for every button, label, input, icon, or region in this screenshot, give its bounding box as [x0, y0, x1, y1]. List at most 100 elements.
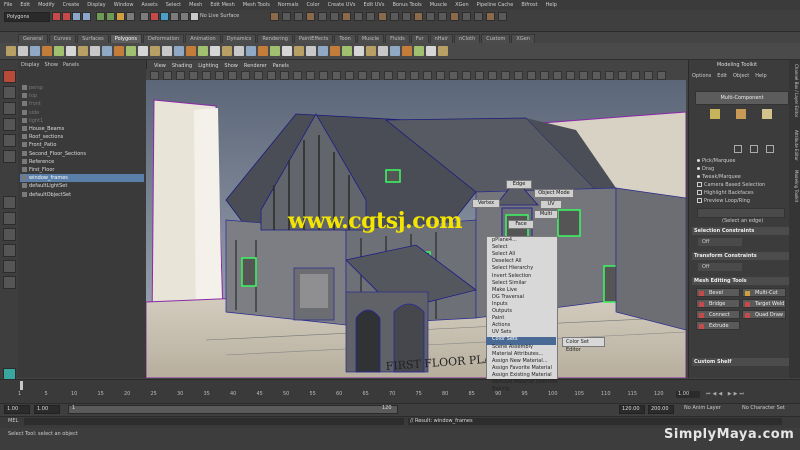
current-time-marker[interactable]	[20, 381, 23, 390]
menu-set-selector[interactable]: Polygons	[4, 12, 50, 22]
status-icon-8[interactable]	[126, 12, 135, 21]
viewport-tool-icon-25[interactable]	[462, 71, 471, 80]
radial-face[interactable]: Face	[508, 220, 534, 229]
shelf-tool-icon-10[interactable]	[114, 46, 124, 56]
status-icon-right-15[interactable]	[438, 12, 447, 21]
viewport-tool-icon-30[interactable]	[527, 71, 536, 80]
tab-modeling-toolkit[interactable]: Modeling Toolkit	[790, 170, 799, 202]
shelf-tool-icon-36[interactable]	[426, 46, 436, 56]
select-edge-field[interactable]	[697, 208, 785, 218]
context-item-scene-assembly[interactable]: Scene Assembly	[492, 344, 533, 350]
shelf-tab-custom[interactable]: Custom	[481, 34, 511, 43]
shelf-tool-icon-12[interactable]	[138, 46, 148, 56]
status-icon-right-5[interactable]	[318, 12, 327, 21]
status-icon-12[interactable]	[170, 12, 179, 21]
viewport-tool-icon-29[interactable]	[514, 71, 523, 80]
menu-edit-mesh[interactable]: Edit Mesh	[206, 2, 238, 8]
status-icon-right-7[interactable]	[342, 12, 351, 21]
mtk-tool-bevel[interactable]: Bevel	[696, 288, 740, 297]
status-icon-4[interactable]	[82, 12, 91, 21]
multi-component-button[interactable]: Multi-Component	[695, 91, 789, 105]
menu-bonus-tools[interactable]: Bonus Tools	[388, 2, 425, 8]
context-item-invert-selection[interactable]: Invert Selection	[492, 273, 531, 279]
status-icon-7[interactable]	[116, 12, 125, 21]
viewport-tool-icon-1[interactable]	[150, 71, 159, 80]
rotate-tool-icon[interactable]	[3, 134, 16, 147]
outliner-item[interactable]: Reference	[20, 158, 144, 166]
shelf-tab-surfaces[interactable]: Surfaces	[77, 34, 109, 43]
viewport-tool-icon-37[interactable]	[618, 71, 627, 80]
shelf-tool-icon-34[interactable]	[402, 46, 412, 56]
status-icon-14[interactable]	[190, 12, 199, 21]
shelf-tab-deformation[interactable]: Deformation	[143, 34, 185, 43]
shelf-tool-icon-6[interactable]	[66, 46, 76, 56]
shelf-tab-xgen[interactable]: XGen	[511, 34, 535, 43]
shelf-tool-icon-20[interactable]	[234, 46, 244, 56]
command-input[interactable]	[24, 418, 404, 425]
viewport-tool-icon-19[interactable]	[384, 71, 393, 80]
mtk-option-pick-marquee[interactable]: Pick/Marquee	[697, 158, 735, 164]
radial-vertex[interactable]: Vertex	[472, 199, 500, 208]
script-language-toggle[interactable]: MEL	[8, 418, 18, 424]
outliner-menu-show[interactable]: Show	[44, 62, 58, 68]
menu-edit-uvs[interactable]: Edit UVs	[359, 2, 388, 8]
menu-bifrost[interactable]: Bifrost	[517, 2, 541, 8]
context-item-color-sets[interactable]: Color Sets	[492, 336, 517, 342]
mtk-tool-bridge[interactable]: Bridge	[696, 299, 740, 308]
viewport-tool-icon-22[interactable]	[423, 71, 432, 80]
selection-constraint-dropdown[interactable]: Off	[698, 238, 742, 246]
viewport-tool-icon-36[interactable]	[605, 71, 614, 80]
status-icon-right-4[interactable]	[306, 12, 315, 21]
shelf-tab-polygons[interactable]: Polygons	[109, 34, 142, 43]
radial-object-mode[interactable]: Object Mode	[534, 189, 574, 198]
mtk-option-highlight-backfaces[interactable]: Highlight Backfaces	[697, 190, 754, 196]
shelf-tool-icon-16[interactable]	[186, 46, 196, 56]
viewport-tool-icon-4[interactable]	[189, 71, 198, 80]
viewport-tool-icon-14[interactable]	[319, 71, 328, 80]
status-icon-right-9[interactable]	[366, 12, 375, 21]
shelf-tool-icon-4[interactable]	[42, 46, 52, 56]
edge-mode-icon[interactable]	[736, 109, 746, 119]
range-end-field[interactable]: 120.00	[619, 405, 645, 414]
viewport-tool-icon-28[interactable]	[501, 71, 510, 80]
menu-normals[interactable]: Normals	[274, 2, 303, 8]
shelf-tool-icon-37[interactable]	[438, 46, 448, 56]
mtk-tool-multi-cut[interactable]: Multi-Cut	[742, 288, 786, 297]
status-icon-6[interactable]	[106, 12, 115, 21]
status-icon-9[interactable]	[140, 12, 149, 21]
outliner-item[interactable]: Front_Patio	[20, 141, 144, 149]
layout-outliner-icon[interactable]	[3, 244, 16, 257]
status-icon-right-11[interactable]	[390, 12, 399, 21]
shelf-tool-icon-30[interactable]	[354, 46, 364, 56]
context-item-actions[interactable]: Actions	[492, 322, 510, 328]
range-start-field-2[interactable]: 1.00	[34, 405, 60, 414]
vertex-mode-icon[interactable]	[710, 109, 720, 119]
anim-layer-dropdown[interactable]: No Anim Layer	[684, 405, 721, 411]
select-paint-icon[interactable]	[766, 145, 774, 153]
context-item-assign-favorite-material[interactable]: Assign Favorite Material	[492, 365, 552, 371]
viewport-tool-icon-24[interactable]	[449, 71, 458, 80]
character-set-dropdown[interactable]: No Character Set	[742, 405, 785, 411]
shelf-tool-icon-22[interactable]	[258, 46, 268, 56]
viewport-tool-icon-33[interactable]	[566, 71, 575, 80]
scale-tool-icon[interactable]	[3, 150, 16, 163]
context-item-assign-existing-material[interactable]: Assign Existing Material	[492, 372, 552, 378]
status-icon-2[interactable]	[62, 12, 71, 21]
status-icon-right-18[interactable]	[474, 12, 483, 21]
shelf-tool-icon-31[interactable]	[366, 46, 376, 56]
mtk-option-preview-loop-ring[interactable]: Preview Loop/Ring	[697, 198, 750, 204]
viewport-tool-icon-35[interactable]	[592, 71, 601, 80]
outliner-item[interactable]: House_Beams	[20, 125, 144, 133]
menu-color[interactable]: Color	[303, 2, 324, 8]
select-tool-icon[interactable]	[3, 70, 16, 83]
shelf-tab-general[interactable]: General	[18, 34, 48, 43]
context-item-pplane4[interactable]: pPlane4...	[492, 237, 517, 243]
shelf-tool-icon-19[interactable]	[222, 46, 232, 56]
shelf-tool-icon-8[interactable]	[90, 46, 100, 56]
section-custom-shelf[interactable]: Custom Shelf	[692, 358, 790, 366]
viewport-tool-icon-27[interactable]	[488, 71, 497, 80]
viewport-tool-icon-23[interactable]	[436, 71, 445, 80]
status-icon-right-12[interactable]	[402, 12, 411, 21]
status-icon-right-14[interactable]	[426, 12, 435, 21]
shelf-tool-icon-24[interactable]	[282, 46, 292, 56]
